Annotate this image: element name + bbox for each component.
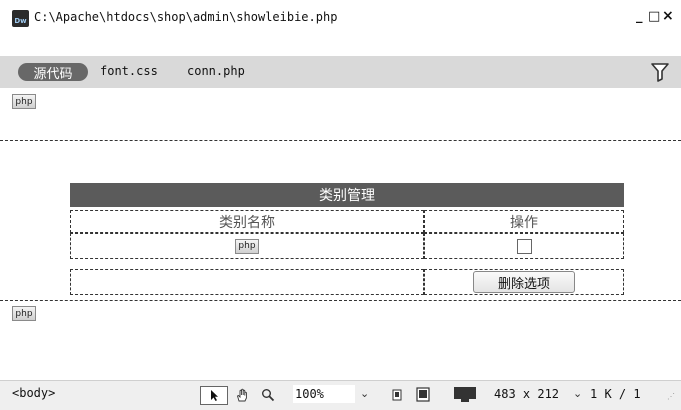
- table-cell-empty[interactable]: [70, 269, 424, 295]
- column-header-action: 操作: [424, 210, 624, 233]
- window-title: C:\Apache\htdocs\shop\admin\showleibie.p…: [34, 10, 338, 24]
- php-code-marker[interactable]: php: [12, 94, 36, 109]
- source-code-button[interactable]: 源代码: [18, 63, 88, 82]
- table-cell-button: 删除选项: [424, 269, 624, 295]
- dashed-divider: [0, 300, 681, 301]
- title-bar: Dw C:\Apache\htdocs\shop\admin\showleibi…: [0, 0, 681, 36]
- maximize-button[interactable]: □: [648, 9, 660, 24]
- php-code-marker[interactable]: php: [12, 306, 36, 321]
- related-file-font-css[interactable]: font.css: [100, 64, 158, 78]
- mobile-size-icon[interactable]: [390, 386, 404, 403]
- zoom-tool-icon[interactable]: [258, 386, 278, 403]
- dreamweaver-app-icon: Dw: [12, 10, 29, 27]
- file-size-download-time: 1 K / 1: [590, 387, 641, 401]
- pointer-tool-icon[interactable]: [200, 386, 228, 405]
- dashed-divider: [0, 140, 681, 141]
- column-header-name: 类别名称: [70, 210, 424, 233]
- table-cell-name[interactable]: php: [70, 233, 424, 259]
- status-bar: <body> 100% ⌄ 483 x 212 ⌄ 1 K / 1 ⋰: [0, 380, 681, 410]
- chevron-down-icon[interactable]: ⌄: [573, 387, 582, 400]
- delete-selected-button[interactable]: 删除选项: [473, 271, 575, 293]
- hand-tool-icon[interactable]: [232, 386, 252, 403]
- select-checkbox[interactable]: [516, 238, 532, 254]
- close-button[interactable]: ×: [662, 8, 674, 24]
- minimize-button[interactable]: _: [636, 9, 643, 24]
- php-code-marker[interactable]: php: [235, 238, 259, 254]
- chevron-down-icon[interactable]: ⌄: [360, 387, 369, 400]
- related-files-bar: 源代码 font.css conn.php: [0, 56, 681, 88]
- tablet-size-icon[interactable]: [414, 386, 432, 403]
- resize-grip-icon[interactable]: ⋰: [667, 392, 675, 401]
- table-header: 类别管理: [70, 183, 624, 207]
- table-cell-checkbox: [424, 233, 624, 259]
- category-table[interactable]: 类别管理 类别名称 操作 php 删除选项: [70, 183, 624, 299]
- tag-selector-body[interactable]: <body>: [12, 386, 55, 400]
- zoom-level-field[interactable]: 100%: [293, 385, 355, 403]
- desktop-size-icon[interactable]: [450, 386, 480, 403]
- window-dimensions[interactable]: 483 x 212: [494, 387, 559, 401]
- related-file-conn-php[interactable]: conn.php: [187, 64, 245, 78]
- filter-icon[interactable]: [650, 61, 670, 83]
